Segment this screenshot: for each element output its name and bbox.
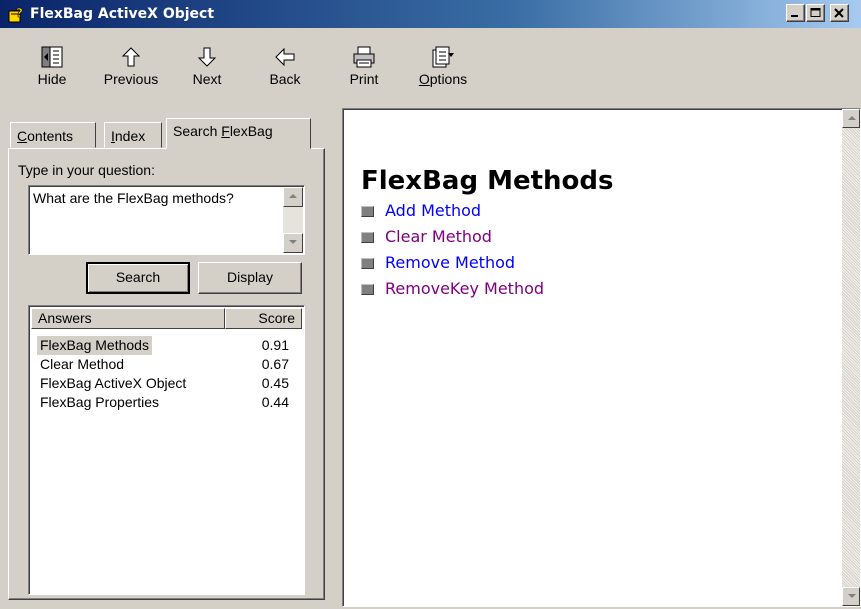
clear-method-link[interactable]: Clear Method <box>385 226 492 248</box>
hide-icon <box>41 46 63 68</box>
remove-method-link[interactable]: Remove Method <box>385 252 515 274</box>
next-button[interactable]: Next <box>182 46 232 102</box>
minimize-icon <box>791 15 798 17</box>
question-prompt: Type in your question: <box>18 162 155 178</box>
up-arrow-icon <box>848 116 856 120</box>
list-item[interactable]: Clear Method 0.67 <box>35 355 299 374</box>
answer-title: FlexBag Properties <box>40 394 160 410</box>
next-arrow-icon <box>197 47 217 67</box>
question-input[interactable]: What are the FlexBag methods? <box>28 185 305 255</box>
answer-score: 0.67 <box>261 356 289 372</box>
maximize-icon <box>810 8 821 17</box>
square-bullet-icon <box>361 232 374 243</box>
tab-contents[interactable]: Contents <box>10 122 96 148</box>
back-arrow-icon <box>275 47 295 67</box>
print-button[interactable]: Print <box>342 46 386 102</box>
next-label: Next <box>192 71 222 87</box>
options-label: Options <box>418 71 468 87</box>
print-icon <box>353 46 375 68</box>
answer-score: 0.91 <box>261 337 289 353</box>
down-arrow-icon <box>848 594 856 598</box>
help-book-icon: ? <box>8 6 23 23</box>
window-title: FlexBag ActiveX Object <box>30 6 215 22</box>
content-scroll-down-button[interactable] <box>842 587 860 606</box>
maximize-button[interactable] <box>806 4 825 22</box>
pane-splitter[interactable] <box>331 104 342 609</box>
tab-search[interactable]: Search FlexBag <box>166 118 311 149</box>
print-label: Print <box>349 71 379 87</box>
tab-index[interactable]: Index <box>104 122 162 148</box>
answer-score: 0.45 <box>261 375 289 391</box>
search-button[interactable]: Search <box>86 262 190 294</box>
options-icon <box>432 46 454 68</box>
question-text: What are the FlexBag methods? <box>33 190 234 206</box>
list-item[interactable]: FlexBag ActiveX Object 0.45 <box>35 374 299 393</box>
square-bullet-icon <box>361 206 374 217</box>
previous-label: Previous <box>103 71 159 87</box>
content-scroll-up-button[interactable] <box>842 109 860 128</box>
list-item[interactable]: FlexBag Properties 0.44 <box>35 393 299 412</box>
display-button[interactable]: Display <box>198 262 302 294</box>
removekey-method-link[interactable]: RemoveKey Method <box>385 278 544 300</box>
page-title: FlexBag Methods <box>361 166 614 196</box>
previous-button[interactable]: Previous <box>96 46 166 102</box>
minimize-button[interactable] <box>786 4 805 22</box>
score-column-header[interactable]: Score <box>225 308 302 329</box>
question-scrollbar[interactable] <box>283 187 303 253</box>
back-label: Back <box>269 71 301 87</box>
previous-arrow-icon <box>121 47 141 67</box>
hide-label: Hide <box>37 71 67 87</box>
square-bullet-icon <box>361 258 374 269</box>
add-method-link[interactable]: Add Method <box>385 200 481 222</box>
close-icon <box>834 8 844 18</box>
topic-content-pane: FlexBag Methods Add Method Clear Method … <box>342 108 861 607</box>
answers-list[interactable]: Answers Score FlexBag Methods 0.91 Clear… <box>28 305 305 595</box>
scroll-down-button[interactable] <box>283 233 303 253</box>
down-arrow-icon <box>289 240 297 244</box>
answer-title: FlexBag ActiveX Object <box>40 375 187 391</box>
answers-column-header[interactable]: Answers <box>31 308 225 329</box>
title-bar: ? FlexBag ActiveX Object <box>0 0 861 28</box>
svg-text:?: ? <box>16 6 23 20</box>
hide-button[interactable]: Hide <box>20 46 84 102</box>
toolbar: Hide Previous Next Back Print Options <box>0 28 861 104</box>
answer-title: Clear Method <box>40 356 125 372</box>
up-arrow-icon <box>289 194 297 198</box>
options-button[interactable]: Options <box>408 46 478 102</box>
answer-title: FlexBag Methods <box>37 336 152 355</box>
scroll-up-button[interactable] <box>283 187 303 207</box>
back-button[interactable]: Back <box>260 46 310 102</box>
content-scrollbar[interactable] <box>842 109 860 606</box>
square-bullet-icon <box>361 284 374 295</box>
answer-score: 0.44 <box>261 394 289 410</box>
list-item[interactable]: FlexBag Methods 0.91 <box>35 336 299 355</box>
close-button[interactable] <box>830 4 849 22</box>
